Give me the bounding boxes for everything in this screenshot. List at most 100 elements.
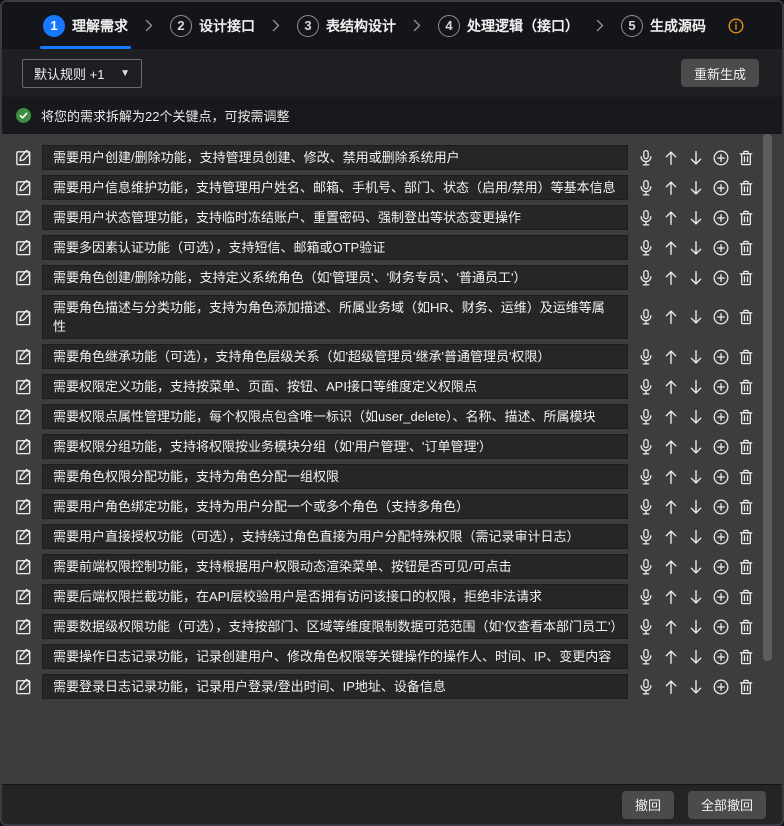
microphone-icon[interactable] (637, 179, 655, 197)
delete-icon[interactable] (737, 378, 755, 396)
microphone-icon[interactable] (637, 269, 655, 287)
edit-icon[interactable] (14, 527, 33, 546)
move-down-icon[interactable] (687, 468, 705, 486)
move-down-icon[interactable] (687, 149, 705, 167)
rules-dropdown[interactable]: 默认规则 +1 ▼ (22, 59, 142, 88)
edit-icon[interactable] (14, 178, 33, 197)
delete-icon[interactable] (737, 648, 755, 666)
move-down-icon[interactable] (687, 588, 705, 606)
requirement-text-box[interactable]: 需要用户角色绑定功能，支持为用户分配一个或多个角色（支持多角色） (42, 494, 628, 519)
edit-icon[interactable] (14, 347, 33, 366)
microphone-icon[interactable] (637, 239, 655, 257)
requirement-text-box[interactable]: 需要操作日志记录功能，记录创建用户、修改角色权限等关键操作的操作人、时间、IP、… (42, 644, 628, 669)
delete-icon[interactable] (737, 239, 755, 257)
edit-icon[interactable] (14, 208, 33, 227)
edit-icon[interactable] (14, 647, 33, 666)
delete-icon[interactable] (737, 528, 755, 546)
requirement-text-box[interactable]: 需要权限分组功能，支持将权限按业务模块分组（如'用户管理'、'订单管理'） (42, 434, 628, 459)
move-down-icon[interactable] (687, 618, 705, 636)
requirement-text-box[interactable]: 需要用户信息维护功能，支持管理用户姓名、邮箱、手机号、部门、状态（启用/禁用）等… (42, 175, 628, 200)
microphone-icon[interactable] (637, 618, 655, 636)
move-up-icon[interactable] (662, 209, 680, 227)
move-up-icon[interactable] (662, 528, 680, 546)
move-down-icon[interactable] (687, 269, 705, 287)
requirement-text-box[interactable]: 需要角色创建/删除功能，支持定义系统角色（如'管理员'、'财务专员'、'普通员工… (42, 265, 628, 290)
edit-icon[interactable] (14, 677, 33, 696)
stepper-step-1[interactable]: 1 理解需求 (40, 2, 131, 49)
move-down-icon[interactable] (687, 378, 705, 396)
add-icon[interactable] (712, 438, 730, 456)
move-up-icon[interactable] (662, 468, 680, 486)
move-down-icon[interactable] (687, 209, 705, 227)
delete-icon[interactable] (737, 468, 755, 486)
requirement-text-box[interactable]: 需要数据级权限功能（可选），支持按部门、区域等维度限制数据可范范围（如'仅查看本… (42, 614, 628, 639)
move-up-icon[interactable] (662, 269, 680, 287)
add-icon[interactable] (712, 678, 730, 696)
delete-icon[interactable] (737, 348, 755, 366)
delete-icon[interactable] (737, 209, 755, 227)
add-icon[interactable] (712, 618, 730, 636)
add-icon[interactable] (712, 179, 730, 197)
move-up-icon[interactable] (662, 378, 680, 396)
move-down-icon[interactable] (687, 308, 705, 326)
regenerate-button[interactable]: 重新生成 (681, 59, 759, 87)
move-down-icon[interactable] (687, 348, 705, 366)
microphone-icon[interactable] (637, 468, 655, 486)
move-down-icon[interactable] (687, 648, 705, 666)
move-up-icon[interactable] (662, 348, 680, 366)
delete-icon[interactable] (737, 408, 755, 426)
move-down-icon[interactable] (687, 558, 705, 576)
edit-icon[interactable] (14, 377, 33, 396)
edit-icon[interactable] (14, 148, 33, 167)
undo-all-button[interactable]: 全部撤回 (688, 791, 766, 819)
microphone-icon[interactable] (637, 648, 655, 666)
delete-icon[interactable] (737, 149, 755, 167)
add-icon[interactable] (712, 558, 730, 576)
edit-icon[interactable] (14, 617, 33, 636)
move-down-icon[interactable] (687, 438, 705, 456)
microphone-icon[interactable] (637, 209, 655, 227)
requirement-text-box[interactable]: 需要用户状态管理功能，支持临时冻结账户、重置密码、强制登出等状态变更操作 (42, 205, 628, 230)
add-icon[interactable] (712, 648, 730, 666)
undo-button[interactable]: 撤回 (622, 791, 674, 819)
edit-icon[interactable] (14, 238, 33, 257)
add-icon[interactable] (712, 408, 730, 426)
requirement-text-box[interactable]: 需要后端权限拦截功能，在API层校验用户是否拥有访问该接口的权限，拒绝非法请求 (42, 584, 628, 609)
requirement-text-box[interactable]: 需要角色权限分配功能，支持为角色分配一组权限 (42, 464, 628, 489)
add-icon[interactable] (712, 149, 730, 167)
stepper-step-5[interactable]: 5 生成源码 (618, 2, 709, 49)
edit-icon[interactable] (14, 407, 33, 426)
add-icon[interactable] (712, 348, 730, 366)
add-icon[interactable] (712, 468, 730, 486)
move-up-icon[interactable] (662, 408, 680, 426)
add-icon[interactable] (712, 378, 730, 396)
add-icon[interactable] (712, 498, 730, 516)
microphone-icon[interactable] (637, 558, 655, 576)
microphone-icon[interactable] (637, 378, 655, 396)
stepper-step-4[interactable]: 4 处理逻辑（接口） (435, 2, 582, 49)
requirement-text-box[interactable]: 需要角色继承功能（可选），支持角色层级关系（如'超级管理员'继承'普通管理员'权… (42, 344, 628, 369)
move-up-icon[interactable] (662, 438, 680, 456)
microphone-icon[interactable] (637, 588, 655, 606)
move-up-icon[interactable] (662, 498, 680, 516)
edit-icon[interactable] (14, 308, 33, 327)
move-up-icon[interactable] (662, 648, 680, 666)
delete-icon[interactable] (737, 498, 755, 516)
move-up-icon[interactable] (662, 179, 680, 197)
requirement-text-box[interactable]: 需要角色描述与分类功能，支持为角色添加描述、所属业务域（如HR、财务、运维）及运… (42, 295, 628, 339)
move-down-icon[interactable] (687, 498, 705, 516)
move-up-icon[interactable] (662, 239, 680, 257)
add-icon[interactable] (712, 239, 730, 257)
add-icon[interactable] (712, 528, 730, 546)
microphone-icon[interactable] (637, 528, 655, 546)
microphone-icon[interactable] (637, 678, 655, 696)
add-icon[interactable] (712, 209, 730, 227)
microphone-icon[interactable] (637, 408, 655, 426)
edit-icon[interactable] (14, 467, 33, 486)
delete-icon[interactable] (737, 618, 755, 636)
move-down-icon[interactable] (687, 528, 705, 546)
requirement-text-box[interactable]: 需要权限定义功能，支持按菜单、页面、按钮、API接口等维度定义权限点 (42, 374, 628, 399)
move-down-icon[interactable] (687, 179, 705, 197)
stepper-step-3[interactable]: 3 表结构设计 (294, 2, 399, 49)
move-down-icon[interactable] (687, 239, 705, 257)
